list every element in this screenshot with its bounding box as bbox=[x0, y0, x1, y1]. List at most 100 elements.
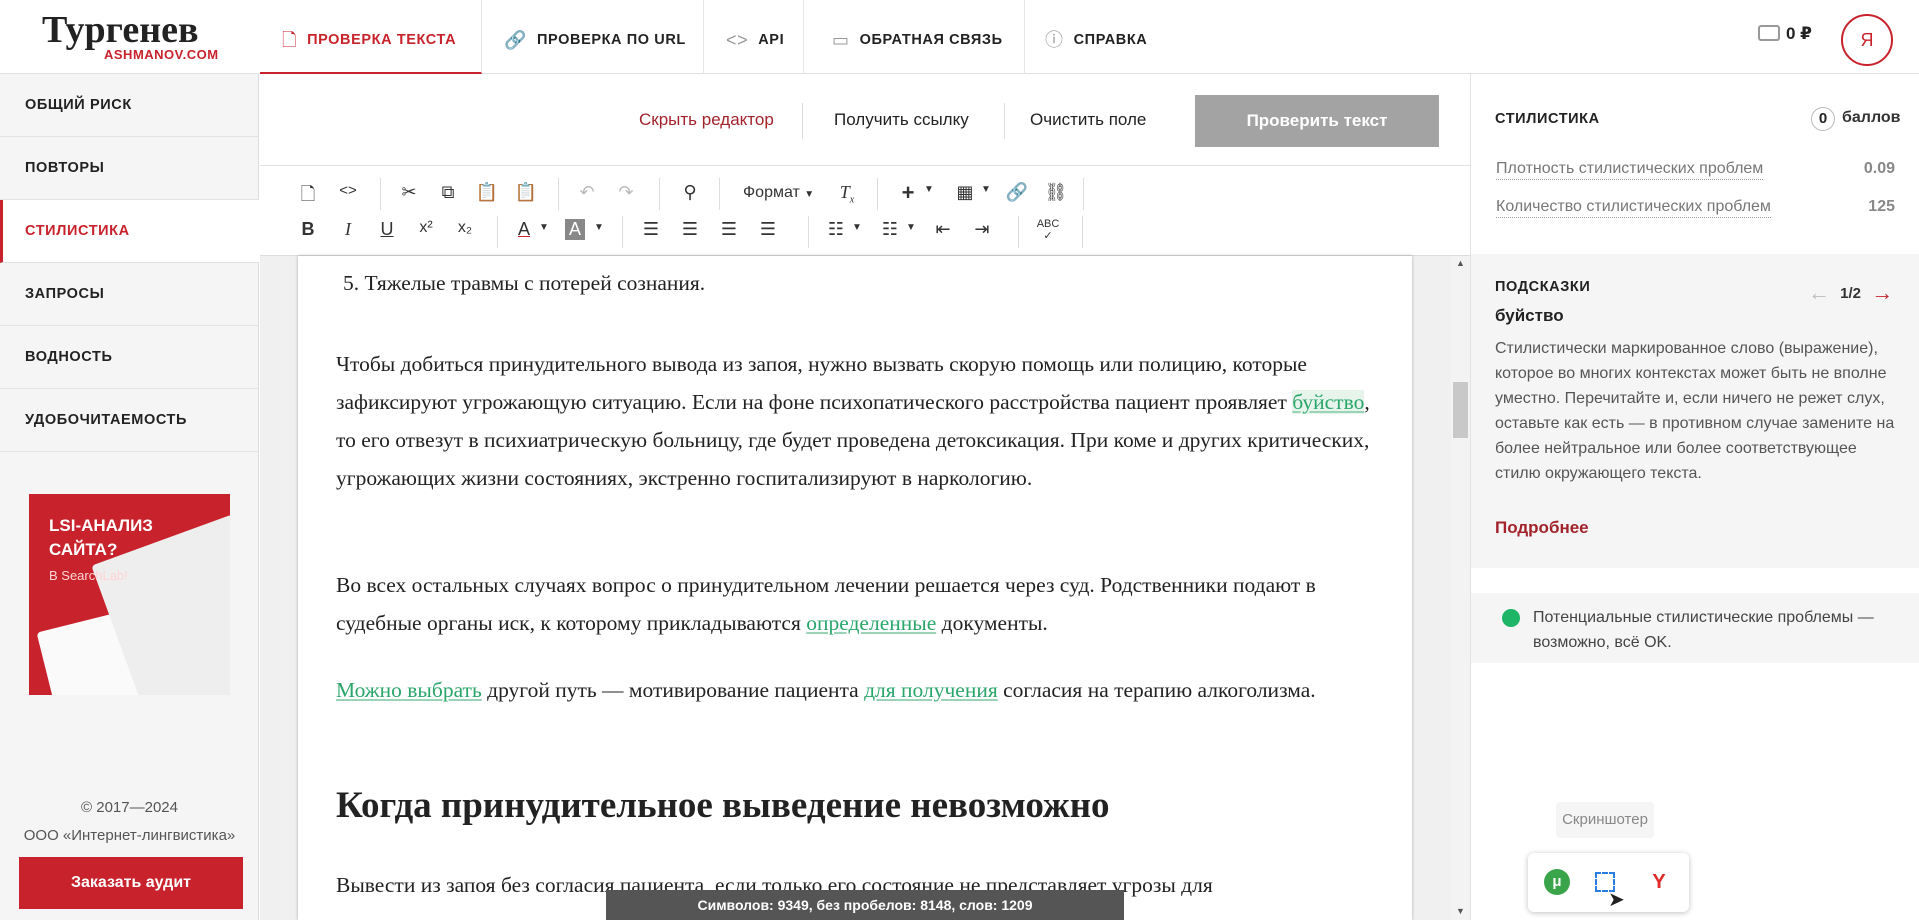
stylistics-title: СТИЛИСТИКА bbox=[1495, 111, 1600, 127]
toolbar-divider bbox=[1018, 216, 1019, 248]
more-link[interactable]: Подробнее bbox=[1495, 518, 1589, 538]
document-icon: 🗋 bbox=[282, 30, 298, 50]
format-dropdown[interactable]: Формат ▼ bbox=[743, 184, 814, 202]
chevron-down-icon: ▼ bbox=[804, 189, 815, 200]
highlighted-word[interactable]: Можно выбрать bbox=[336, 678, 482, 702]
underline-icon[interactable]: U bbox=[374, 219, 400, 240]
tab-feedback[interactable]: ▭ ОБРАТНАЯ СВЯЗЬ bbox=[804, 0, 1025, 74]
section-heading: Когда принудительное выведение невозможн… bbox=[336, 785, 1110, 826]
toolbar-divider bbox=[719, 178, 720, 210]
arrow-left-icon[interactable]: ← bbox=[1808, 280, 1830, 305]
toolbar-divider bbox=[808, 216, 809, 248]
spellcheck-icon[interactable]: ABC ✓ bbox=[1035, 218, 1061, 242]
tab-api[interactable]: <> API bbox=[704, 0, 804, 74]
sidebar-item-wateriness[interactable]: ВОДНОСТЬ bbox=[0, 326, 259, 389]
lsi-banner[interactable]: LSI-АНАЛИЗ САЙТА? В SearchLab! bbox=[29, 494, 230, 695]
hint-pager: ← 1/2 → bbox=[1808, 280, 1893, 306]
balance[interactable]: 0 ₽ bbox=[1758, 24, 1812, 44]
paste-icon[interactable]: 📋 bbox=[474, 182, 500, 203]
hint-word: буйство bbox=[1495, 306, 1564, 325]
tooltip: Скриншотер bbox=[1556, 802, 1654, 838]
new-document-icon[interactable]: 🗋 bbox=[295, 182, 321, 212]
chevron-down-icon[interactable]: ▼ bbox=[898, 222, 924, 233]
align-right-icon[interactable]: ☰ bbox=[716, 219, 742, 240]
check-text-button[interactable]: Проверить текст bbox=[1195, 95, 1439, 147]
cut-icon[interactable]: ✂ bbox=[396, 182, 422, 203]
align-center-icon[interactable]: ☰ bbox=[677, 219, 703, 240]
chevron-down-icon[interactable]: ▼ bbox=[973, 184, 999, 195]
paragraph: Во всех остальных случаях вопрос о прину… bbox=[336, 573, 1316, 635]
highlighted-word[interactable]: определенные bbox=[806, 611, 936, 635]
link-icon[interactable]: 🔗 bbox=[1004, 182, 1030, 203]
redo-icon[interactable]: ↷ bbox=[613, 182, 639, 203]
chevron-down-icon[interactable]: ▼ bbox=[586, 222, 612, 233]
banner-title: LSI-АНАЛИЗ САЙТА? bbox=[49, 516, 153, 559]
yandex-icon[interactable]: Y bbox=[1646, 869, 1672, 895]
source-code-icon[interactable]: <> bbox=[335, 182, 361, 199]
score-label: баллов bbox=[1842, 109, 1901, 126]
highlighted-word[interactable]: для получения bbox=[864, 678, 998, 702]
align-left-icon[interactable]: ☰ bbox=[638, 219, 664, 240]
scrollbar-thumb[interactable] bbox=[1453, 382, 1468, 438]
toolbar-divider bbox=[622, 216, 623, 248]
superscript-icon[interactable]: x² bbox=[413, 219, 439, 237]
sidebar-item-queries[interactable]: ЗАПРОСЫ bbox=[0, 263, 259, 326]
scroll-up-icon[interactable]: ▲ bbox=[1456, 258, 1465, 268]
highlighted-word[interactable]: буйство bbox=[1292, 390, 1365, 414]
company-name: ООО «Интернет-лингвистика» bbox=[23, 827, 236, 844]
chevron-down-icon[interactable]: ▼ bbox=[531, 222, 557, 233]
sidebar-item-repeats[interactable]: ПОВТОРЫ bbox=[0, 137, 259, 200]
divider bbox=[802, 103, 803, 139]
find-icon[interactable]: ⚲ bbox=[677, 182, 703, 203]
outdent-icon[interactable]: ⇤ bbox=[930, 219, 956, 240]
clear-format-icon[interactable]: Tx bbox=[834, 182, 860, 206]
hide-editor-button[interactable]: Скрыть редактор bbox=[639, 110, 774, 130]
paste-text-icon[interactable]: 📋 bbox=[513, 182, 539, 203]
arrow-right-icon[interactable]: → bbox=[1871, 280, 1893, 305]
sidebar-item-stylistics[interactable]: СТИЛИСТИКА bbox=[0, 200, 259, 263]
toolbar-divider bbox=[380, 178, 381, 210]
metric-count-label[interactable]: Количество стилистических проблем bbox=[1496, 198, 1771, 218]
sidebar-item-total-risk[interactable]: ОБЩИЙ РИСК bbox=[0, 74, 259, 137]
wallet-icon bbox=[1758, 25, 1780, 41]
editor-scrollbar[interactable]: ▲ ▼ bbox=[1451, 256, 1470, 920]
hint-page-indicator: 1/2 bbox=[1840, 285, 1862, 302]
message-icon: ▭ bbox=[832, 30, 850, 50]
editor-toolbar: 🗋 <> ✂ ⧉ 📋 📋 ↶ ↷ ⚲ Формат ▼ Tx + ▼ ▦ ▼ 🔗… bbox=[260, 166, 1470, 256]
cursor-icon: ➤ bbox=[1608, 889, 1625, 911]
hints-title: ПОДСКАЗКИ bbox=[1495, 279, 1591, 295]
logo[interactable]: Тургенев ASHMANOV.COM bbox=[0, 0, 259, 74]
background-color-icon[interactable]: A bbox=[565, 219, 585, 240]
logo-title: Тургенев bbox=[42, 9, 199, 51]
tab-text-check[interactable]: 🗋 ПРОВЕРКА ТЕКСТА bbox=[260, 0, 482, 74]
subscript-icon[interactable]: x₂ bbox=[452, 219, 478, 237]
extension-toolbar: μ Y ➤ bbox=[1528, 853, 1689, 912]
justify-icon[interactable]: ☰ bbox=[755, 219, 781, 240]
tab-url-check[interactable]: 🔗 ПРОВЕРКА ПО URL bbox=[482, 0, 704, 74]
unlink-icon[interactable]: ⛓ bbox=[1043, 182, 1069, 203]
scroll-down-icon[interactable]: ▼ bbox=[1456, 906, 1465, 916]
tab-help[interactable]: ⓘ СПРАВКА bbox=[1025, 0, 1180, 74]
undo-icon[interactable]: ↶ bbox=[574, 182, 600, 203]
metric-count-value: 125 bbox=[1868, 198, 1895, 215]
indent-icon[interactable]: ⇥ bbox=[969, 219, 995, 240]
order-audit-button[interactable]: Заказать аудит bbox=[19, 857, 243, 909]
sidebar-item-readability[interactable]: УДОБОЧИТАЕМОСТЬ bbox=[0, 389, 259, 452]
paragraph: Чтобы добиться принудительного вывода из… bbox=[336, 352, 1370, 490]
score-badge: 0 bbox=[1811, 107, 1835, 131]
toolbar-divider bbox=[1082, 216, 1083, 248]
copyright-years: © 2017—2024 bbox=[81, 799, 178, 816]
avatar[interactable]: Я bbox=[1841, 14, 1893, 66]
word-counter: Символов: 9349, без пробелов: 8148, слов… bbox=[606, 890, 1124, 920]
get-link-button[interactable]: Получить ссылку bbox=[834, 110, 969, 130]
torrent-icon[interactable]: μ bbox=[1544, 869, 1570, 895]
document-page[interactable]: 5. Тяжелые травмы с потерей сознания. Чт… bbox=[298, 256, 1412, 920]
metric-density-label[interactable]: Плотность стилистических проблем bbox=[1496, 160, 1764, 180]
chevron-down-icon[interactable]: ▼ bbox=[844, 222, 870, 233]
chevron-down-icon[interactable]: ▼ bbox=[916, 184, 942, 195]
italic-icon[interactable]: I bbox=[335, 219, 361, 240]
divider bbox=[1004, 103, 1005, 139]
copy-icon[interactable]: ⧉ bbox=[435, 182, 461, 203]
bold-icon[interactable]: B bbox=[295, 219, 321, 240]
clear-field-button[interactable]: Очистить поле bbox=[1030, 110, 1146, 130]
